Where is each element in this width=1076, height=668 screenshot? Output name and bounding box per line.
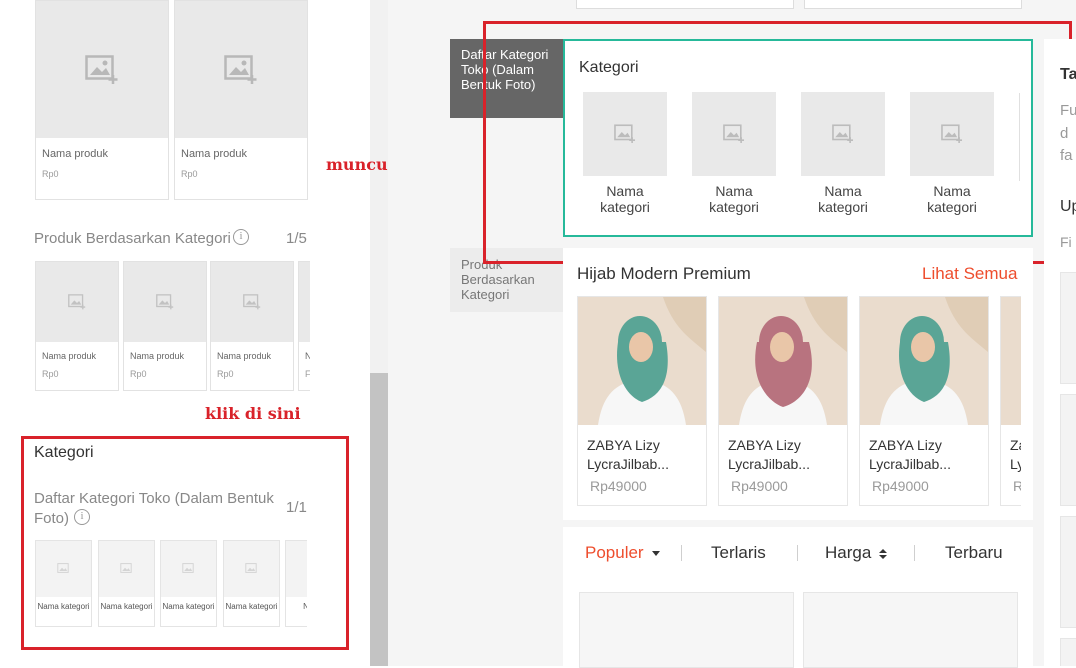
divider bbox=[914, 545, 915, 561]
right-text: d bbox=[1060, 125, 1069, 142]
product-name: Nama produk bbox=[217, 351, 272, 361]
sort-terlaris[interactable]: Terlaris bbox=[711, 543, 766, 563]
product-name: ZABYA Lizy LycraJilbab... bbox=[587, 437, 669, 472]
highlight-box bbox=[21, 436, 349, 650]
right-text: fa bbox=[1060, 147, 1073, 164]
see-all-link[interactable]: Lihat Semua bbox=[922, 264, 1017, 284]
product-card[interactable]: ZABYA Lizy LycraJilbab... Rp49000 bbox=[718, 296, 848, 506]
product-name: Nama produk bbox=[130, 351, 185, 361]
product-price: Rp49000 bbox=[590, 478, 647, 494]
product-price: Rp49000 bbox=[872, 478, 929, 494]
product-card[interactable]: Za Ly R bbox=[1000, 296, 1021, 506]
highlight-box bbox=[483, 21, 1072, 264]
product-price: Rp0 bbox=[130, 369, 147, 379]
section-title: Hijab Modern Premium bbox=[577, 264, 751, 283]
product-placeholder bbox=[579, 592, 794, 668]
product-card[interactable]: ZABYA Lizy LycraJilbab... Rp49000 bbox=[577, 296, 707, 506]
right-column: Ta Fu d fa Up Fi bbox=[1044, 39, 1076, 666]
sort-updown-icon bbox=[879, 548, 888, 559]
product-card[interactable]: Nama produk Rp0 bbox=[174, 0, 308, 200]
left-panel: Nama produk Rp0 Nama produk Rp0 Produk B… bbox=[0, 0, 370, 666]
product-name: Nama produk bbox=[42, 351, 97, 361]
product-card[interactable]: Nama produk Rp0 bbox=[35, 261, 119, 391]
image-placeholder-icon bbox=[36, 262, 118, 342]
right-text: Fu bbox=[1060, 102, 1076, 119]
sort-harga[interactable]: Harga bbox=[825, 543, 888, 563]
product-card[interactable]: Nama produk Rp0 bbox=[35, 0, 169, 200]
image-placeholder-icon bbox=[299, 262, 310, 342]
product-name: ZABYA Lizy LycraJilbab... bbox=[869, 437, 951, 472]
right-placeholder bbox=[1060, 394, 1076, 506]
annotation-click-here: klik di sini bbox=[205, 404, 301, 423]
product-card[interactable]: ZABYA Lizy LycraJilbab... Rp49000 bbox=[859, 296, 989, 506]
right-heading: Up bbox=[1060, 198, 1076, 215]
divider bbox=[797, 545, 798, 561]
top-field-stub bbox=[804, 0, 1022, 9]
sort-label: Populer bbox=[585, 543, 644, 562]
image-placeholder-icon bbox=[211, 262, 293, 342]
divider bbox=[681, 545, 682, 561]
pager: 1/5 bbox=[286, 230, 307, 247]
product-placeholder bbox=[803, 592, 1018, 668]
image-placeholder-icon bbox=[175, 1, 307, 138]
section-title: Produk Berdasarkan Kategori bbox=[34, 230, 231, 247]
sort-label: Terlaris bbox=[711, 543, 766, 562]
sort-populer[interactable]: Populer bbox=[585, 543, 661, 563]
product-image bbox=[578, 297, 706, 425]
product-image bbox=[719, 297, 847, 425]
product-name: ZABYA Lizy LycraJilbab... bbox=[728, 437, 810, 472]
product-image bbox=[860, 297, 988, 425]
product-name: Za Ly bbox=[1010, 437, 1021, 472]
product-price: F bbox=[305, 369, 310, 379]
product-price: Rp0 bbox=[42, 169, 59, 179]
product-name: N bbox=[305, 351, 310, 361]
product-name: Nama produk bbox=[42, 148, 109, 160]
product-price: Rp0 bbox=[217, 369, 234, 379]
top-field-stub bbox=[576, 0, 794, 9]
info-icon[interactable]: i bbox=[233, 229, 249, 245]
product-price: Rp0 bbox=[181, 169, 198, 179]
product-image bbox=[1001, 297, 1021, 425]
product-card[interactable]: N F bbox=[298, 261, 310, 391]
image-placeholder-icon bbox=[36, 1, 168, 138]
right-placeholder bbox=[1060, 516, 1076, 628]
product-price: R bbox=[1013, 478, 1021, 494]
product-card[interactable]: Nama produk Rp0 bbox=[123, 261, 207, 391]
caret-down-icon bbox=[652, 551, 661, 557]
right-text: Fi bbox=[1060, 234, 1072, 250]
right-placeholder bbox=[1060, 272, 1076, 384]
product-card[interactable]: Nama produk Rp0 bbox=[210, 261, 294, 391]
image-placeholder-icon bbox=[124, 262, 206, 342]
product-price: Rp49000 bbox=[731, 478, 788, 494]
right-heading: Ta bbox=[1060, 66, 1076, 83]
sort-label: Terbaru bbox=[945, 543, 1003, 562]
product-name: Nama produk bbox=[181, 148, 248, 160]
sort-terbaru[interactable]: Terbaru bbox=[945, 543, 1003, 563]
sort-label: Harga bbox=[825, 543, 872, 562]
scrollbar-thumb[interactable] bbox=[370, 373, 388, 666]
right-placeholder bbox=[1060, 638, 1076, 666]
product-price: Rp0 bbox=[42, 369, 59, 379]
